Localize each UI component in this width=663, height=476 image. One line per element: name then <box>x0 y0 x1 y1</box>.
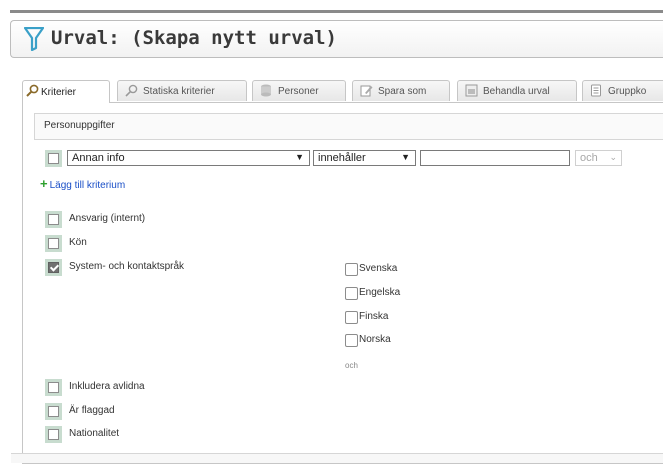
section-header: Personuppgifter <box>34 113 663 140</box>
plus-icon: + <box>40 176 48 191</box>
funnel-icon <box>23 26 45 56</box>
checkbox-systemsprak[interactable] <box>45 259 62 276</box>
tab-label: Spara som <box>378 86 427 97</box>
panel-footer <box>11 453 663 463</box>
criterion-checkbox[interactable] <box>45 150 62 167</box>
tab-personer[interactable]: Personer <box>252 80 346 101</box>
tab-label: Kriterier <box>41 87 77 98</box>
checkbox-ansvarig[interactable] <box>45 211 62 228</box>
checkbox-ar-flaggad[interactable] <box>45 403 62 420</box>
add-criterion-link[interactable]: + Lägg till kriterium <box>40 176 125 191</box>
tab-label: Personer <box>278 86 319 97</box>
tab-kriterier[interactable]: Kriterier <box>22 80 110 103</box>
operator-select[interactable]: innehåller ▼ <box>313 150 416 166</box>
connector-select: och ⌄ <box>575 150 622 166</box>
tab-statiska-kriterier[interactable]: Statiska kriterier <box>117 80 247 101</box>
option-connector: och <box>345 361 358 370</box>
row-label: Nationalitet <box>69 428 120 439</box>
criterion-value-input[interactable] <box>420 150 570 166</box>
row-label: System- och kontaktspråk <box>69 261 185 272</box>
row-label: Kön <box>69 237 87 248</box>
top-divider <box>10 10 663 13</box>
section-title: Personuppgifter <box>44 120 115 131</box>
tab-label: Gruppko <box>608 86 647 97</box>
option-checkbox[interactable] <box>345 334 358 347</box>
edit-icon <box>360 84 373 100</box>
page-title: Urval: (Skapa nytt urval) <box>51 27 337 49</box>
row-label: Är flaggad <box>69 405 115 416</box>
row-label: Inkludera avlidna <box>69 381 145 392</box>
tab-bar: Kriterier Statiska kriterier Personer Sp… <box>22 80 663 103</box>
option-checkbox[interactable] <box>345 287 358 300</box>
search-icon <box>26 84 39 100</box>
tab-label: Statiska kriterier <box>143 86 215 97</box>
search-icon <box>125 84 138 100</box>
document-icon <box>590 84 602 100</box>
tab-label: Behandla urval <box>483 86 550 97</box>
checkbox-inkludera-avlidna[interactable] <box>45 379 62 396</box>
page-header: Urval: (Skapa nytt urval) <box>10 20 663 58</box>
window-icon <box>465 84 478 100</box>
checkbox-kon[interactable] <box>45 235 62 252</box>
option-checkbox[interactable] <box>345 311 358 324</box>
criterion-field-select[interactable]: Annan info ▼ <box>67 150 310 166</box>
option-checkbox[interactable] <box>345 263 358 276</box>
row-label: Ansvarig (internt) <box>69 213 146 224</box>
checkbox-nationalitet[interactable] <box>45 426 62 443</box>
tab-spara-som[interactable]: Spara som <box>352 80 450 101</box>
database-icon <box>260 84 272 100</box>
tab-gruppko[interactable]: Gruppko <box>582 80 663 101</box>
tab-behandla-urval[interactable]: Behandla urval <box>457 80 577 101</box>
